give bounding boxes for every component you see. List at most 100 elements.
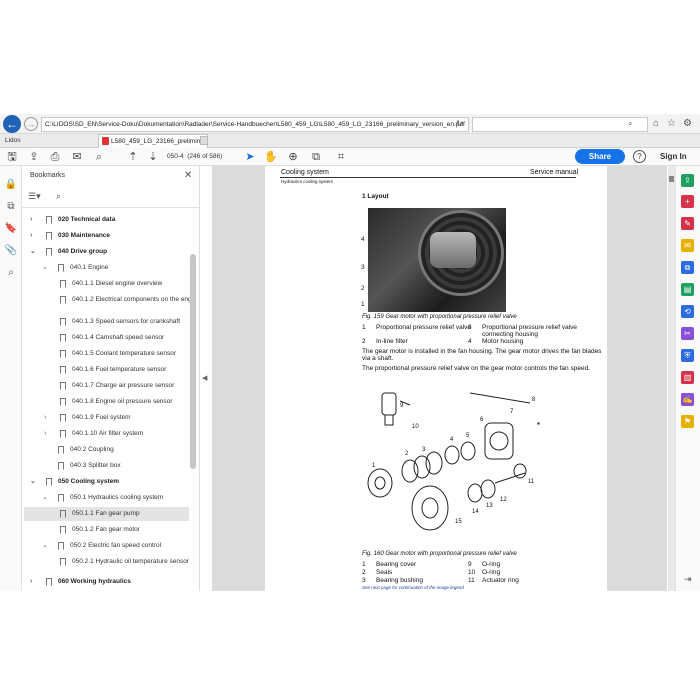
bookmark-item[interactable]: ⌄ 050 Cooling system [30,478,192,486]
help-icon[interactable]: ? [633,150,646,163]
bookmark-flag-icon [60,296,66,304]
bookmark-item[interactable]: › 030 Maintenance [30,232,192,240]
email-icon[interactable]: ✉ [70,150,84,164]
chevron-right-icon[interactable]: › [30,216,32,224]
edit-pdf-icon[interactable]: ✎ [681,217,694,230]
scrollbar[interactable] [190,254,196,469]
bookmark-item[interactable]: 050.1.1 Fan gear pump [60,510,192,518]
attachment-icon[interactable]: 📎 [4,244,18,258]
select-cursor-icon[interactable]: ➤ [243,150,257,164]
comment-tool-icon[interactable]: ✉ [681,239,694,252]
fill-sign-icon[interactable]: ▥ [681,371,694,384]
bookmark-item[interactable]: 040.1.1 Diesel engine overview [60,280,192,288]
fig160-text-1: Bearing cover [376,561,417,568]
find-bookmark-icon[interactable]: ⌕ [56,191,61,202]
fit-page-icon[interactable]: ⧉ [309,150,323,164]
hand-tool-icon[interactable]: ✋ [264,150,278,164]
search-panel-icon[interactable]: ⌕ [4,266,18,280]
chevron-down-icon[interactable]: ⌄ [30,478,36,486]
organize-pages-icon[interactable]: ▤ [681,283,694,296]
bookmark-label: 050.1.2 Fan gear motor [72,526,140,533]
bookmark-flag-icon [60,510,66,518]
scan-icon[interactable]: ⟲ [681,305,694,318]
chevron-down-icon[interactable]: ⌄ [42,542,48,550]
bookmark-item[interactable]: 040.1.2 Electrical components on the eng… [60,296,192,304]
zoom-search-icon[interactable]: ⌕ [92,150,106,164]
export-pdf-icon[interactable]: ⇪ [681,174,694,187]
bookmark-item[interactable]: ⌄ 050.2 Electric fan speed control [42,542,192,550]
bookmark-item[interactable]: 040.2 Coupling [58,446,192,454]
signin-button[interactable]: Sign In [660,152,687,161]
chevron-right-icon[interactable]: › [44,414,46,422]
create-pdf-icon[interactable]: + [681,195,694,208]
document-scrollbar[interactable] [668,166,675,591]
send-sign-icon[interactable]: ✍ [681,393,694,406]
favorites-icon[interactable]: ☆ [667,118,676,129]
bookmark-item[interactable]: 040.1.3 Speed sensors for crankshaft [60,318,192,326]
bookmark-label: 040.1.6 Fuel temperature sensor [72,366,167,373]
more-tools-icon[interactable]: ⚑ [681,415,694,428]
options-menu-icon[interactable]: ☰▾ [28,191,41,202]
new-tab-icon[interactable] [200,136,208,145]
tab-pdf[interactable]: L580_459_LG_23166_prelimina... [98,134,208,148]
bookmark-flag-icon [46,232,52,240]
bookmark-item[interactable]: ⌄ 050.1 Hydraulics cooling system [42,494,192,502]
share-button[interactable]: Share [575,149,625,164]
search-icon[interactable]: ⌕ [628,119,632,129]
bookmark-item[interactable]: 040.1.5 Coolant temperature sensor [60,350,192,358]
back-icon[interactable]: ← [3,115,21,133]
tab-lidos[interactable]: Lidos [2,134,96,148]
combine-files-icon[interactable]: ⧉ [681,261,694,274]
bookmark-item[interactable]: 040.1.7 Charge air pressure sensor [60,382,192,390]
settings-icon[interactable]: ⚙ [683,118,692,129]
chevron-down-icon[interactable]: ⌄ [30,248,36,256]
forward-icon[interactable]: → [24,117,38,131]
collapse-panel-icon[interactable]: ◀ [202,374,207,382]
save-icon[interactable]: 🖫 [5,150,19,164]
bookmark-item[interactable]: 050.2.1 Hydraulic oil temperature sensor [60,558,192,566]
upload-icon[interactable]: ⇪ [27,150,41,164]
comment-icon[interactable]: ⌗ [334,150,348,164]
bookmark-item[interactable]: 050.1.2 Fan gear motor [60,526,192,534]
page-number[interactable]: 050-4 (246 of 586) [167,151,223,162]
page-up-icon[interactable]: ⇡ [126,150,140,164]
chevron-right-icon[interactable]: › [30,578,32,586]
bookmark-item[interactable]: 040.1.6 Fuel temperature sensor [60,366,192,374]
chevron-right-icon[interactable]: › [44,430,46,438]
bookmark-item[interactable]: 040.1.8 Engine oil pressure sensor [60,398,192,406]
expand-rail-icon[interactable]: ⇥ [684,574,692,585]
pages-icon[interactable]: ⧉ [4,200,18,214]
bookmarks-title: Bookmarks [30,172,66,179]
svg-text:10: 10 [412,424,419,430]
fig159-num-1: 1 [362,324,366,331]
chevron-down-icon[interactable]: ⌄ [42,494,48,502]
zoom-in-icon[interactable]: ⊕ [286,150,300,164]
refresh-icon[interactable]: ↻ [456,119,463,128]
home-icon[interactable]: ⌂ [653,118,659,129]
scroll-up-icon[interactable] [669,176,674,182]
bookmark-item[interactable]: 040.3 Splitter box [58,462,192,470]
bookmark-item[interactable]: ⌄ 040 Drive group [30,248,192,256]
bookmark-item[interactable]: 040.1.4 Camshaft speed sensor [60,334,192,342]
bookmark-item[interactable]: ⌄ 040.1 Engine [42,264,192,272]
search-input[interactable] [472,117,648,132]
url-input[interactable]: C:\LIDOS\SD_EN\Service-Doku\Dokumentatio… [41,117,469,132]
redact-icon[interactable]: ✂ [681,327,694,340]
chevron-right-icon[interactable]: › [30,232,32,240]
bookmark-label: 050.1.1 Fan gear pump [72,510,140,517]
fig160-caption: Fig. 160 Gear motor with proportional pr… [362,551,517,557]
bookmark-item[interactable]: › 020 Technical data [30,216,192,224]
bookmark-item[interactable]: › 040.1.10 Air filter system [44,430,192,438]
svg-text:7: 7 [510,409,514,415]
bookmark-item[interactable]: › 040.1.9 Fuel system [44,414,192,422]
page-current[interactable]: 050-4 [167,153,184,160]
bookmark-item[interactable]: › 060 Working hydraulics [30,578,192,586]
protect-icon[interactable]: ⛨ [681,349,694,362]
close-icon[interactable]: ✕ [184,170,192,181]
exploded-view-drawing: 910 123 456 78 151413 1211 [367,392,540,531]
bookmark-icon[interactable]: 🔖 [4,222,18,236]
print-icon[interactable]: ⎙ [48,150,62,164]
chevron-down-icon[interactable]: ⌄ [42,264,48,272]
lock-icon[interactable]: 🔒 [4,178,18,192]
page-down-icon[interactable]: ⇣ [146,150,160,164]
